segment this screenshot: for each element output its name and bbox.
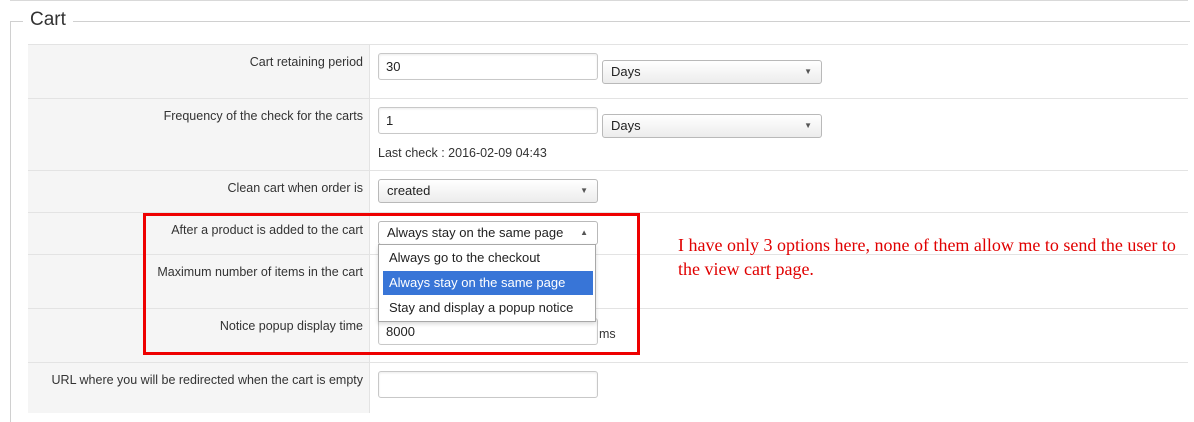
row-clean-cart: Clean cart when order is <box>28 170 1188 212</box>
highlight-box <box>143 213 640 355</box>
check-frequency-input[interactable]: 1 <box>378 107 598 134</box>
check-frequency-label: Frequency of the check for the carts <box>163 109 363 123</box>
clean-cart-value: created <box>387 183 431 198</box>
clean-cart-label: Clean cart when order is <box>227 181 363 195</box>
section-title: Cart <box>23 8 73 32</box>
chevron-down-icon: ▼ <box>804 67 812 76</box>
chevron-down-icon: ▼ <box>580 186 588 195</box>
retaining-period-unit-select[interactable]: Days ▼ <box>602 60 822 84</box>
check-frequency-unit-value: Days <box>611 118 641 133</box>
empty-redirect-url-input[interactable] <box>378 371 598 398</box>
retaining-period-label: Cart retaining period <box>249 55 363 69</box>
chevron-down-icon: ▼ <box>804 121 812 130</box>
row-empty-redirect: URL where you will be redirected when th… <box>28 362 1188 413</box>
top-divider <box>10 0 1188 1</box>
empty-redirect-label: URL where you will be redirected when th… <box>51 373 363 387</box>
retaining-period-unit-value: Days <box>611 64 641 79</box>
clean-cart-select[interactable]: created ▼ <box>378 179 598 203</box>
annotation-text: I have only 3 options here, none of them… <box>678 235 1176 279</box>
check-frequency-unit-select[interactable]: Days ▼ <box>602 114 822 138</box>
retaining-period-input[interactable]: 30 <box>378 53 598 80</box>
last-check-text: Last check : 2016-02-09 04:43 <box>378 146 547 160</box>
